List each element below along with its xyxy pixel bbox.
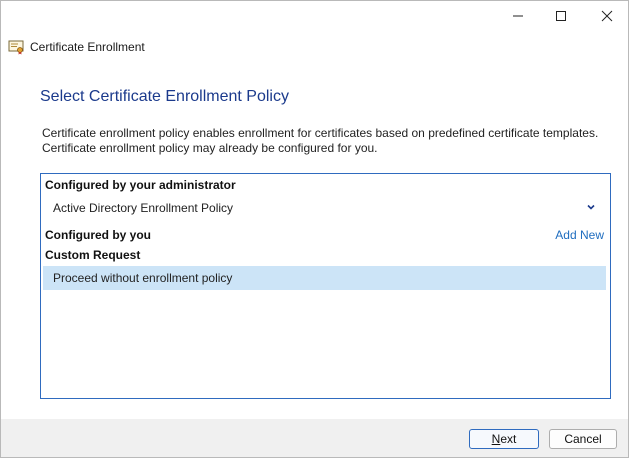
description-line-2: Certificate enrollment policy may alread… — [42, 141, 378, 155]
custom-section-label: Custom Request — [45, 248, 141, 262]
policy-item-no-policy-label: Proceed without enrollment policy — [53, 271, 233, 285]
next-button-label-rest: ext — [500, 432, 517, 446]
maximize-icon — [556, 11, 566, 21]
minimize-icon — [513, 15, 523, 17]
next-button[interactable]: Next — [469, 429, 539, 449]
maximize-button[interactable] — [536, 1, 586, 31]
close-icon — [601, 10, 613, 22]
window-title: Certificate Enrollment — [30, 40, 145, 54]
title-row: Certificate Enrollment — [8, 38, 145, 56]
enrollment-policy-list: Configured by your administrator Active … — [40, 173, 611, 399]
certificate-enrollment-window: Certificate Enrollment Select Certificat… — [0, 0, 629, 458]
admin-section-label: Configured by your administrator — [45, 178, 236, 192]
next-button-label: Next — [492, 432, 517, 446]
description-line-1: Certificate enrollment policy enables en… — [42, 126, 599, 140]
add-new-link[interactable]: Add New — [555, 228, 604, 242]
page-heading: Select Certificate Enrollment Policy — [40, 88, 289, 105]
policy-item-no-policy[interactable]: Proceed without enrollment policy — [43, 266, 606, 290]
close-button[interactable] — [582, 1, 629, 31]
policy-item-active-directory[interactable]: Active Directory Enrollment Policy — [53, 201, 233, 215]
certificate-icon — [8, 40, 24, 55]
footer-bar: Next Cancel — [1, 419, 628, 457]
user-section-label: Configured by you — [45, 228, 151, 242]
cancel-button[interactable]: Cancel — [549, 429, 617, 449]
page-description: Certificate enrollment policy enables en… — [42, 126, 612, 156]
chevron-down-icon[interactable] — [585, 201, 597, 213]
